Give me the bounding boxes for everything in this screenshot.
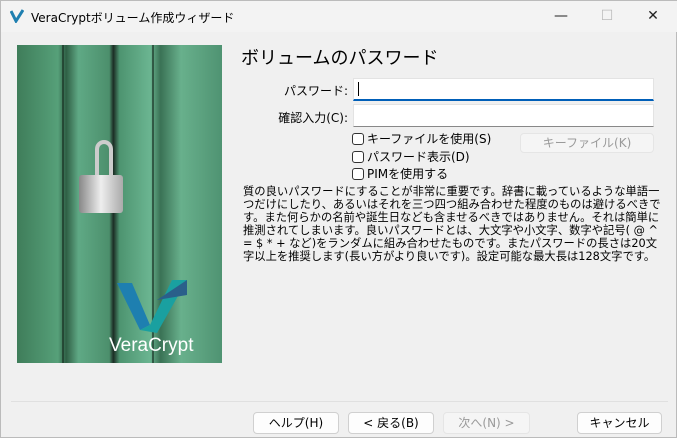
padlock-shackle-icon	[95, 140, 113, 180]
checkbox-label: パスワード表示(D)	[367, 150, 470, 164]
confirm-password-input[interactable]	[353, 104, 654, 127]
use-keyfiles-checkbox[interactable]: キーファイルを使用(S)	[352, 130, 491, 147]
close-button[interactable]: ✕	[630, 1, 676, 32]
use-pim-checkbox[interactable]: PIMを使用する	[352, 165, 448, 182]
confirm-label: 確認入力(C):	[278, 111, 348, 125]
back-button[interactable]: < 戻る(B)	[348, 412, 434, 434]
checkbox-box[interactable]	[352, 132, 364, 145]
checkbox-label: PIMを使用する	[367, 167, 449, 181]
divider	[11, 401, 668, 402]
checkbox-box[interactable]	[352, 167, 364, 180]
keyfiles-button[interactable]: キーファイル(K)	[520, 133, 654, 153]
minimize-button[interactable]: —	[538, 1, 584, 32]
logo-text: VeraCrypt	[109, 335, 194, 356]
window-title: VeraCryptボリューム作成ウィザード	[31, 11, 235, 25]
padlock-icon	[79, 175, 123, 213]
password-help-text: 質の良いパスワードにすることが非常に重要です。辞書に載っているような単語一つだけ…	[243, 185, 662, 263]
veracrypt-logo-icon	[117, 280, 187, 333]
cancel-button[interactable]: キャンセル	[577, 412, 662, 434]
app-icon	[10, 9, 24, 23]
password-input[interactable]	[353, 78, 654, 101]
wizard-image: VeraCrypt	[17, 45, 222, 363]
text-cursor	[358, 82, 359, 96]
maximize-button[interactable]: ☐	[584, 1, 630, 32]
next-button[interactable]: 次へ(N) >	[443, 412, 530, 434]
title-bar: VeraCryptボリューム作成ウィザード — ☐ ✕	[1, 1, 677, 32]
page-title: ボリュームのパスワード	[241, 48, 439, 69]
checkbox-box[interactable]	[352, 150, 364, 163]
password-label: パスワード:	[283, 84, 348, 98]
help-button[interactable]: ヘルプ(H)	[253, 412, 339, 434]
show-password-checkbox[interactable]: パスワード表示(D)	[352, 148, 470, 165]
checkbox-label: キーファイルを使用(S)	[367, 132, 492, 146]
